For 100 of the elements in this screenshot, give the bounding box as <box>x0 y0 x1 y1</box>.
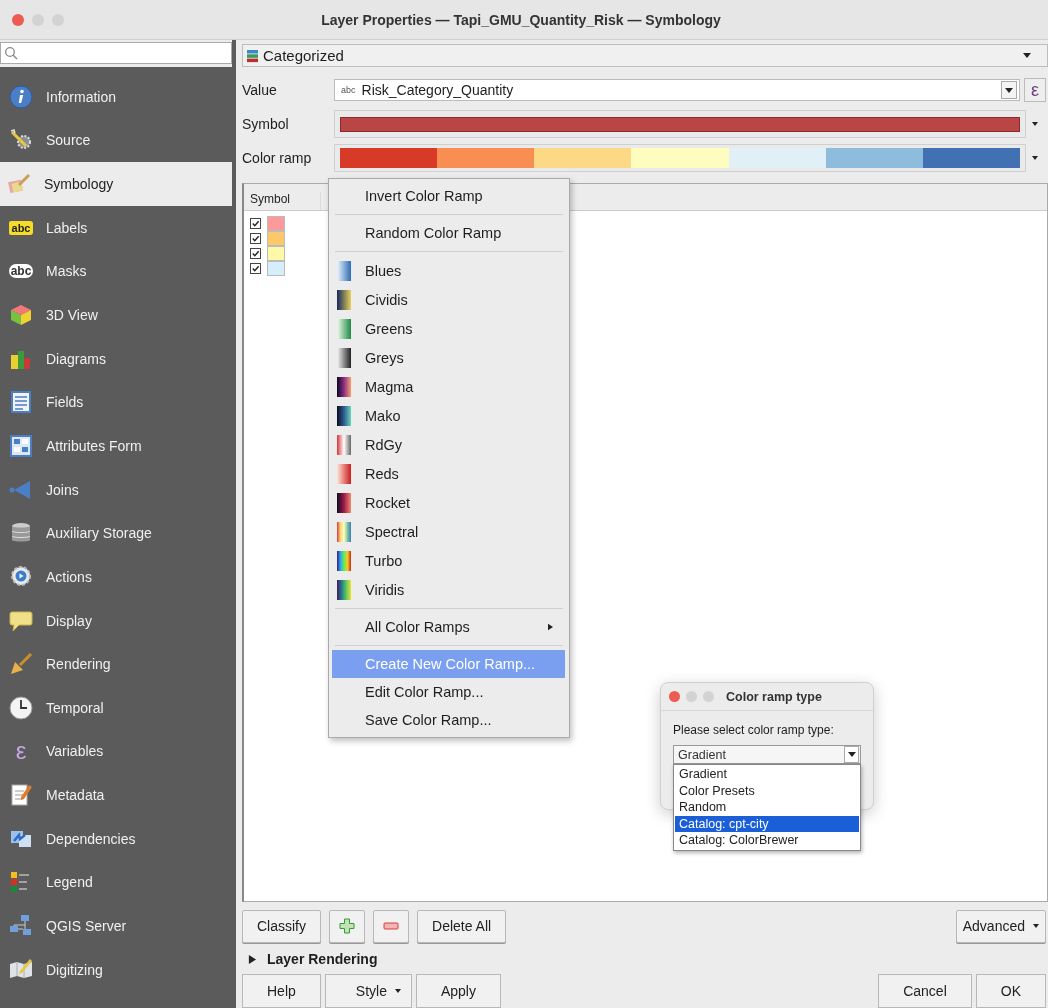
expression-button[interactable]: ε <box>1024 78 1046 102</box>
menu-item[interactable]: Invert Color Ramp <box>332 182 565 210</box>
search-icon <box>4 46 18 60</box>
dialog-title: Color ramp type <box>726 689 822 704</box>
gear-icon <box>9 564 33 589</box>
ramp-preview-icon <box>337 521 351 542</box>
sidebar-item[interactable]: abc Labels <box>0 205 232 250</box>
ramp-preview-icon <box>337 376 351 397</box>
ramp-preview-icon <box>337 463 351 484</box>
menu-item[interactable]: RdGy <box>332 430 565 459</box>
notepad-icon <box>9 390 33 415</box>
ramp-preview-icon <box>337 405 351 426</box>
ramp-preview-icon <box>337 260 351 281</box>
field-label: Color ramp <box>242 150 313 166</box>
form-icon <box>9 433 33 458</box>
checkbox[interactable] <box>250 233 261 244</box>
plus-icon <box>339 918 355 934</box>
dropdown-option[interactable]: Random <box>675 799 859 816</box>
close-button[interactable] <box>669 691 680 702</box>
caret-icon <box>1033 924 1039 928</box>
sidebar-item[interactable]: Dependencies <box>0 816 232 861</box>
style-button[interactable]: Style <box>324 974 412 1008</box>
field-label: Value <box>242 82 278 98</box>
color-ramp-button[interactable] <box>334 144 1026 172</box>
column-header[interactable]: Symbol <box>244 192 321 210</box>
checkbox[interactable] <box>250 248 261 259</box>
sidebar-item[interactable]: Digitizing <box>0 947 232 992</box>
sidebar-item[interactable]: Attributes Form <box>0 424 232 468</box>
type-hint: abc <box>341 85 356 95</box>
search-field[interactable] <box>0 42 232 64</box>
cancel-button[interactable]: Cancel <box>878 974 972 1008</box>
dropdown-option[interactable]: Gradient <box>675 766 859 783</box>
menu-item[interactable]: All Color Ramps <box>332 613 565 641</box>
sidebar-item[interactable]: Temporal <box>0 685 232 730</box>
sidebar-item[interactable]: QGIS Server <box>0 904 232 948</box>
sidebar-item[interactable]: abc Masks <box>0 249 232 294</box>
menu-item[interactable]: Magma <box>332 372 565 401</box>
sidebar-item[interactable]: Display <box>0 598 232 643</box>
menu-item[interactable]: Viridis <box>332 575 565 604</box>
advanced-button[interactable]: Advanced <box>955 909 1046 943</box>
menu-item[interactable]: Mako <box>332 401 565 430</box>
menu-item[interactable]: Edit Color Ramp... <box>332 678 565 706</box>
sidebar-item[interactable]: Symbology <box>0 162 232 206</box>
speech-bubble-icon <box>9 608 33 633</box>
sidebar-item[interactable]: Legend <box>0 860 232 905</box>
menu-item[interactable]: Rocket <box>332 488 565 517</box>
caret-icon <box>1032 156 1038 160</box>
help-button[interactable]: Help <box>242 974 321 1008</box>
renderer-dropdown[interactable]: Categorized <box>242 44 1048 67</box>
menu-item[interactable]: Save Color Ramp... <box>332 706 565 734</box>
sidebar-item[interactable]: Diagrams <box>0 336 232 381</box>
menu-item[interactable]: Greens <box>332 314 565 343</box>
sidebar-item[interactable]: Metadata <box>0 773 232 817</box>
network-icon <box>9 914 33 938</box>
caret-icon <box>1032 122 1038 126</box>
menu-item[interactable]: Cividis <box>332 285 565 314</box>
sidebar-item[interactable]: Actions <box>0 555 232 599</box>
abc-badge-icon: abc <box>8 264 34 279</box>
dropdown-arrow-button[interactable] <box>1001 81 1017 99</box>
apply-button[interactable]: Apply <box>415 974 501 1008</box>
sidebar-item[interactable]: Joins <box>0 467 232 512</box>
field-label: Symbol <box>242 116 290 132</box>
ramp-preview-icon <box>337 434 351 455</box>
dropdown-option[interactable]: Color Presets <box>675 782 859 799</box>
section-header[interactable]: Layer Rendering <box>267 951 378 967</box>
sidebar-item[interactable]: Fields <box>0 380 232 425</box>
dropdown-arrow-button[interactable] <box>844 746 859 763</box>
document-icon <box>9 783 33 808</box>
symbol-button[interactable] <box>334 110 1026 138</box>
remove-button[interactable] <box>373 909 409 943</box>
menu-item[interactable]: Greys <box>332 343 565 372</box>
dropdown-option[interactable]: Catalog: cpt-city <box>675 815 859 832</box>
ramp-preview-icon <box>337 318 351 339</box>
checkbox[interactable] <box>250 263 261 274</box>
abc-badge-icon: abc <box>8 220 34 235</box>
sidebar-item[interactable]: Source <box>0 118 232 163</box>
menu-item[interactable]: Spectral <box>332 517 565 546</box>
menu-item[interactable]: Reds <box>332 459 565 488</box>
classify-button[interactable]: Classify <box>242 909 321 943</box>
menu-item[interactable]: Turbo <box>332 546 565 575</box>
info-icon <box>9 84 33 109</box>
dropdown-option[interactable]: Catalog: ColorBrewer <box>675 832 859 849</box>
menu-item[interactable]: Blues <box>332 256 565 285</box>
stacked-layers-icon <box>246 48 260 63</box>
sidebar-item[interactable]: Auxiliary Storage <box>0 511 232 556</box>
ok-button[interactable]: OK <box>975 974 1046 1008</box>
submenu-arrow-icon <box>548 623 553 631</box>
brush-icon <box>9 652 33 677</box>
sidebar-item[interactable]: Information <box>0 75 232 119</box>
prompt-text: Please select color ramp type: <box>673 723 835 737</box>
menu-item[interactable]: Random Color Ramp <box>332 219 565 247</box>
close-button[interactable] <box>12 13 24 26</box>
ramp-type-dropdown[interactable]: Gradient <box>673 745 861 764</box>
checkbox[interactable] <box>250 218 261 229</box>
sidebar-item[interactable]: Rendering <box>0 642 232 686</box>
sidebar-item[interactable]: 3D View <box>0 293 232 337</box>
sidebar-item[interactable]: ε Variables <box>0 729 232 774</box>
add-button[interactable] <box>329 909 365 943</box>
delete-all-button[interactable]: Delete All <box>417 909 507 943</box>
value-dropdown[interactable]: abc Risk_Category_Quantity <box>334 79 1020 101</box>
